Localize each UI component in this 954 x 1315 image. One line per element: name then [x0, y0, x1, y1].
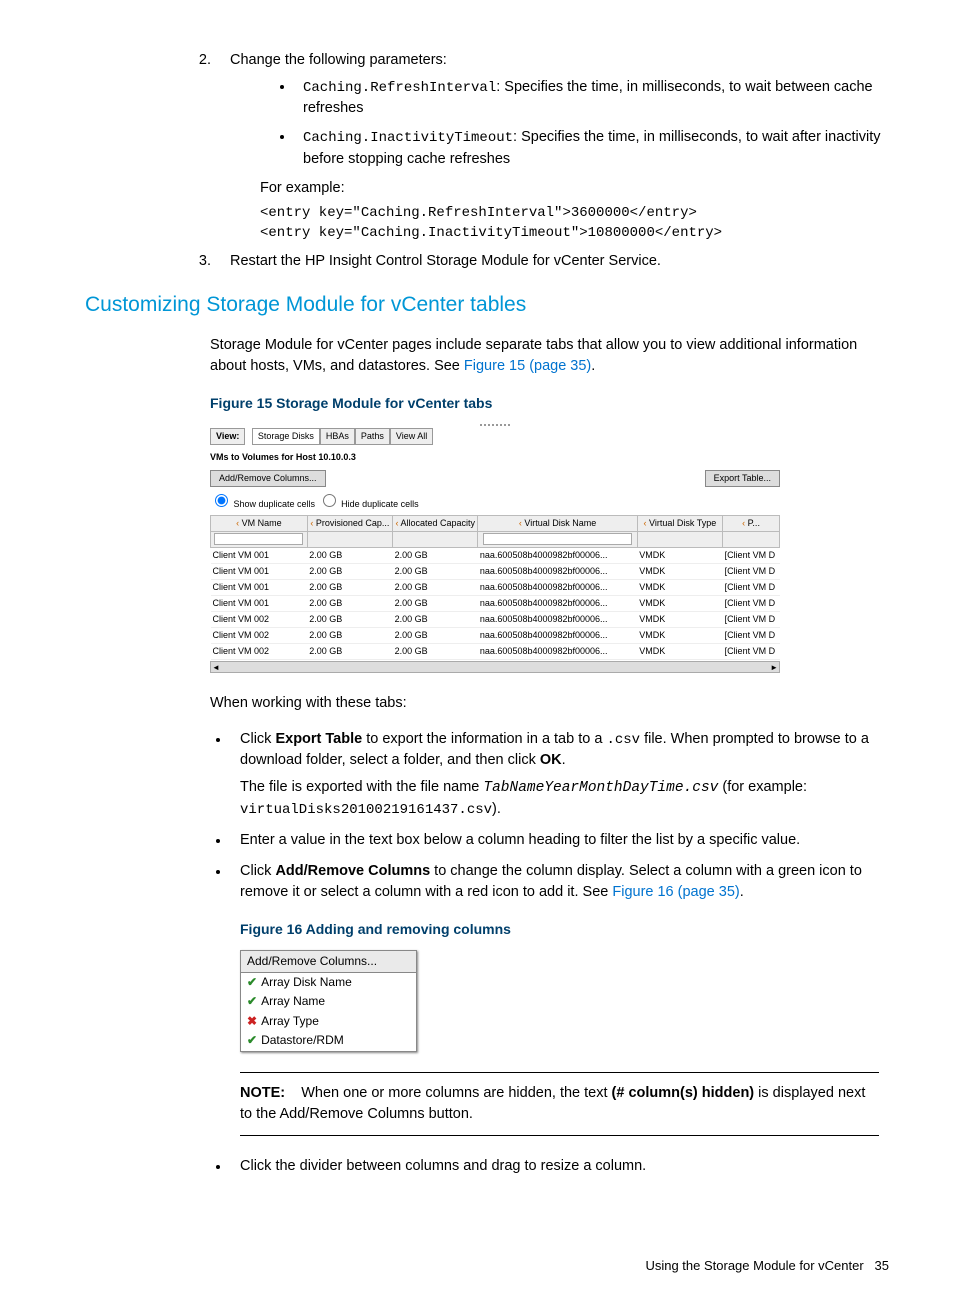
column-option[interactable]: ✖Array Type	[241, 1012, 416, 1031]
export-table-button[interactable]: Export Table...	[705, 470, 780, 487]
tab-storage-disks[interactable]: Storage Disks	[252, 428, 320, 445]
table-row[interactable]: Client VM 0022.00 GB2.00 GBnaa.600508b40…	[211, 628, 780, 644]
col-vdisk-type[interactable]: Virtual Disk Type	[637, 515, 722, 531]
after-fig-paragraph: When working with these tabs:	[210, 693, 879, 714]
page-footer: Using the Storage Module for vCenter 35	[55, 1257, 899, 1276]
figure-16-caption: Figure 16 Adding and removing columns	[240, 919, 879, 939]
example-label: For example:	[260, 178, 899, 199]
step-3: Restart the HP Insight Control Storage M…	[215, 251, 899, 272]
bullet-resize: Click the divider between columns and dr…	[230, 1156, 879, 1177]
checkmark-icon: ✔	[247, 975, 257, 989]
fig15-tabs: View: Storage DisksHBAsPathsView All	[210, 428, 780, 445]
link-fig16[interactable]: Figure 16 (page 35)	[612, 884, 739, 900]
bullet-export: Click Export Table to export the informa…	[230, 729, 879, 821]
table-row[interactable]: Client VM 0012.00 GB2.00 GBnaa.600508b40…	[211, 579, 780, 595]
x-icon: ✖	[247, 1014, 257, 1028]
fig15-subtitle: VMs to Volumes for Host 10.10.0.3	[210, 451, 780, 464]
fig16-header[interactable]: Add/Remove Columns...	[241, 951, 416, 973]
step-2: Change the following parameters: Caching…	[215, 50, 899, 243]
radio-show-dup[interactable]	[215, 494, 228, 507]
code-refresh: Caching.RefreshInterval	[303, 80, 496, 96]
intro-paragraph: Storage Module for vCenter pages include…	[210, 335, 879, 377]
col-prov-cap[interactable]: Provisioned Cap...	[307, 515, 392, 531]
table-row[interactable]: Client VM 0022.00 GB2.00 GBnaa.600508b40…	[211, 612, 780, 628]
column-option[interactable]: ✔Array Disk Name	[241, 973, 416, 992]
figure-15-caption: Figure 15 Storage Module for vCenter tab…	[210, 393, 899, 413]
section-heading: Customizing Storage Module for vCenter t…	[85, 290, 899, 320]
step-2-text: Change the following parameters:	[230, 52, 447, 68]
duplicate-cells-radio: Show duplicate cells Hide duplicate cell…	[210, 491, 780, 511]
column-option[interactable]: ✔Array Name	[241, 992, 416, 1011]
note-block: NOTE: When one or more columns are hidde…	[240, 1072, 879, 1136]
checkmark-icon: ✔	[247, 1033, 257, 1047]
bullet-addremove: Click Add/Remove Columns to change the c…	[230, 861, 879, 1135]
note-label: NOTE:	[240, 1085, 285, 1101]
table-row[interactable]: Client VM 0022.00 GB2.00 GBnaa.600508b40…	[211, 644, 780, 660]
table-row[interactable]: Client VM 0012.00 GB2.00 GBnaa.600508b40…	[211, 563, 780, 579]
col-vdisk-name[interactable]: Virtual Disk Name	[478, 515, 637, 531]
param-refresh: Caching.RefreshInterval: Specifies the t…	[295, 77, 899, 119]
filter-vm-name[interactable]	[214, 533, 303, 545]
tab-view-all[interactable]: View All	[390, 428, 433, 445]
tab-paths[interactable]: Paths	[355, 428, 390, 445]
col-path[interactable]: P...	[723, 515, 780, 531]
col-alloc-cap[interactable]: Allocated Capacity	[393, 515, 478, 531]
link-fig15[interactable]: Figure 15 (page 35)	[464, 358, 591, 374]
code-inactivity: Caching.InactivityTimeout	[303, 130, 513, 146]
figure-16: Add/Remove Columns... ✔Array Disk Name✔A…	[240, 950, 417, 1052]
filter-vdisk-name[interactable]	[483, 533, 632, 545]
export-filename-paragraph: The file is exported with the file name …	[240, 777, 879, 820]
table-row[interactable]: Client VM 0012.00 GB2.00 GBnaa.600508b40…	[211, 595, 780, 611]
column-option[interactable]: ✔Datastore/RDM	[241, 1031, 416, 1050]
add-remove-columns-button[interactable]: Add/Remove Columns...	[210, 470, 326, 487]
figure-15: View: Storage DisksHBAsPathsView All VMs…	[210, 424, 780, 674]
bullet-filter: Enter a value in the text box below a co…	[230, 830, 879, 851]
radio-hide-dup[interactable]	[323, 494, 336, 507]
col-vm-name[interactable]: VM Name	[211, 515, 308, 531]
horizontal-scrollbar[interactable]	[210, 661, 780, 673]
example-code: <entry key="Caching.RefreshInterval">360…	[260, 203, 899, 244]
fig15-table: VM Name Provisioned Cap... Allocated Cap…	[210, 515, 780, 660]
tab-hbas[interactable]: HBAs	[320, 428, 355, 445]
table-row[interactable]: Client VM 0012.00 GB2.00 GBnaa.600508b40…	[211, 547, 780, 563]
checkmark-icon: ✔	[247, 994, 257, 1008]
param-inactivity: Caching.InactivityTimeout: Specifies the…	[295, 127, 899, 169]
